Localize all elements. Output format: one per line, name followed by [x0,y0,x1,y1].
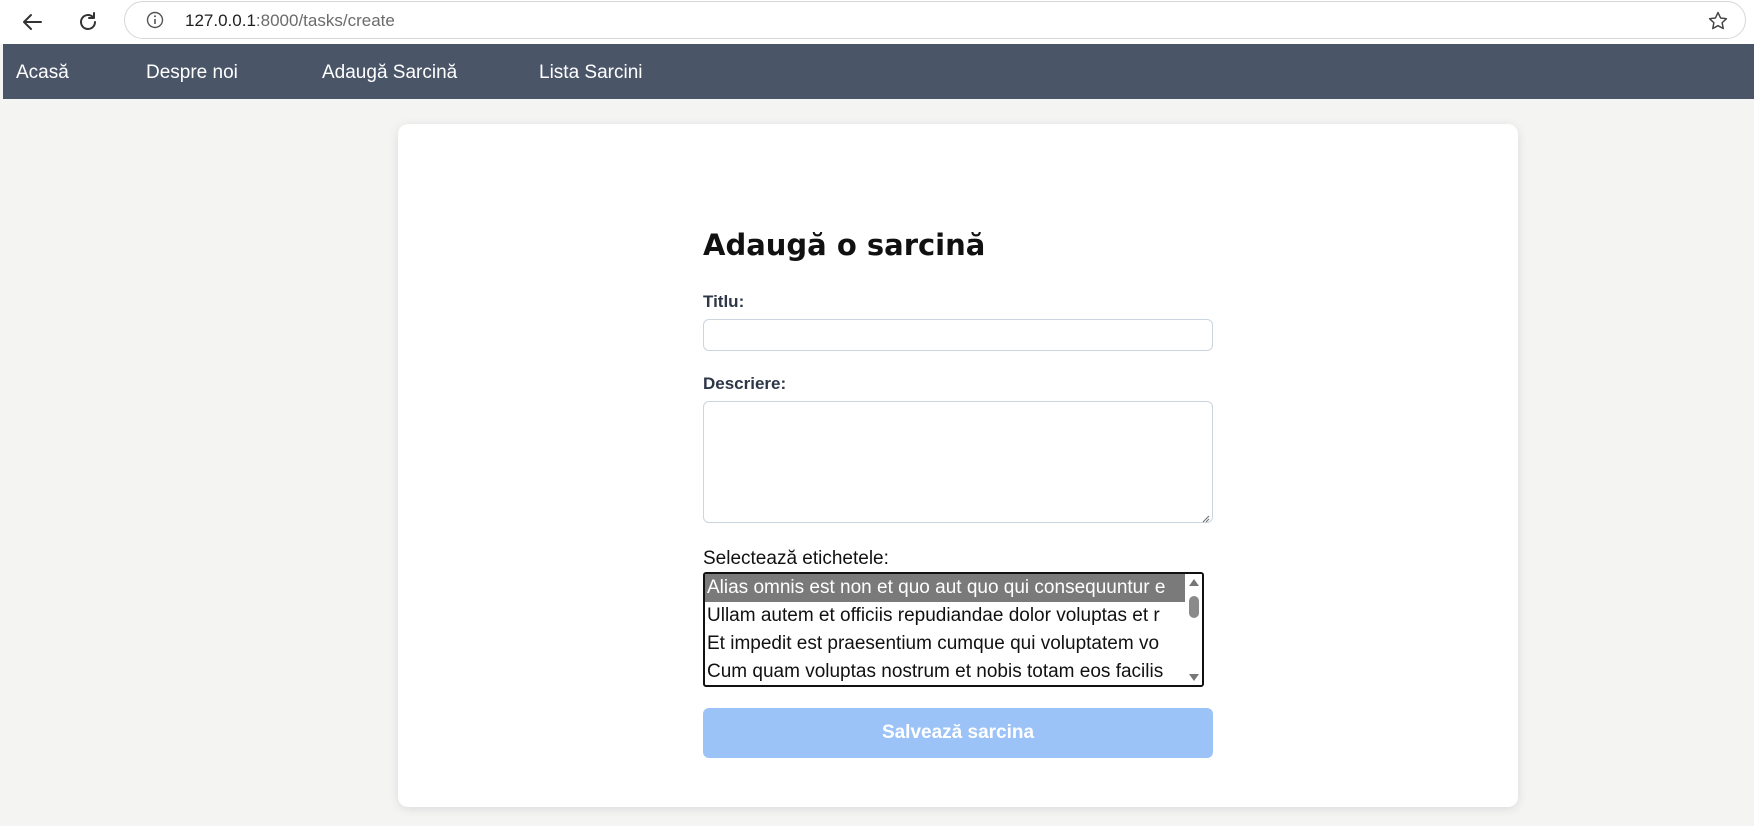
form-card: Adaugă o sarcină Titlu: Descriere: Selec… [398,124,1518,807]
description-textarea[interactable] [703,401,1213,523]
reload-icon[interactable] [70,4,106,40]
tags-multiselect[interactable]: Alias omnis est non et quo aut quo qui c… [703,572,1204,687]
address-bar[interactable]: 127.0.0.1:8000/tasks/create [124,1,1746,39]
description-label: Descriere: [703,374,787,393]
nav-link-adauga-sarcina[interactable]: Adaugă Sarcină [322,62,457,84]
scroll-thumb[interactable] [1189,596,1199,618]
tags-label: Selectează etichetele: [703,548,889,569]
back-arrow-icon[interactable] [14,4,50,40]
url-path: :8000/tasks/create [255,11,395,30]
tag-option[interactable]: Ullam autem et officiis repudiandae dolo… [705,602,1186,630]
scroll-down-arrow-icon[interactable] [1187,671,1200,683]
listbox-scrollbar[interactable] [1185,574,1202,685]
tag-option[interactable]: Et impedit est praesentium cumque qui vo… [705,630,1186,658]
tag-option[interactable]: Cum quam voluptas nostrum et nobis totam… [705,658,1186,685]
url-host: 127.0.0.1 [185,11,256,30]
resize-handle-icon[interactable] [1200,510,1210,523]
browser-toolbar: 127.0.0.1:8000/tasks/create [0,0,1754,44]
site-info-icon[interactable] [145,10,165,30]
nav-link-acasa[interactable]: Acasă [16,62,69,84]
main-navbar: Acasă Despre noi Adaugă Sarcină Lista Sa… [3,44,1754,99]
url-text: 127.0.0.1:8000/tasks/create [185,11,395,31]
nav-link-despre-noi[interactable]: Despre noi [146,62,238,84]
tag-option[interactable]: Alias omnis est non et quo aut quo qui c… [705,574,1186,602]
save-task-button[interactable]: Salvează sarcina [703,708,1213,758]
page-title: Adaugă o sarcină [703,228,986,262]
star-icon[interactable] [1707,10,1729,32]
title-label: Titlu: [703,292,745,311]
nav-link-lista-sarcini[interactable]: Lista Sarcini [539,62,643,84]
scroll-up-arrow-icon[interactable] [1187,576,1200,588]
title-input[interactable] [703,319,1213,351]
